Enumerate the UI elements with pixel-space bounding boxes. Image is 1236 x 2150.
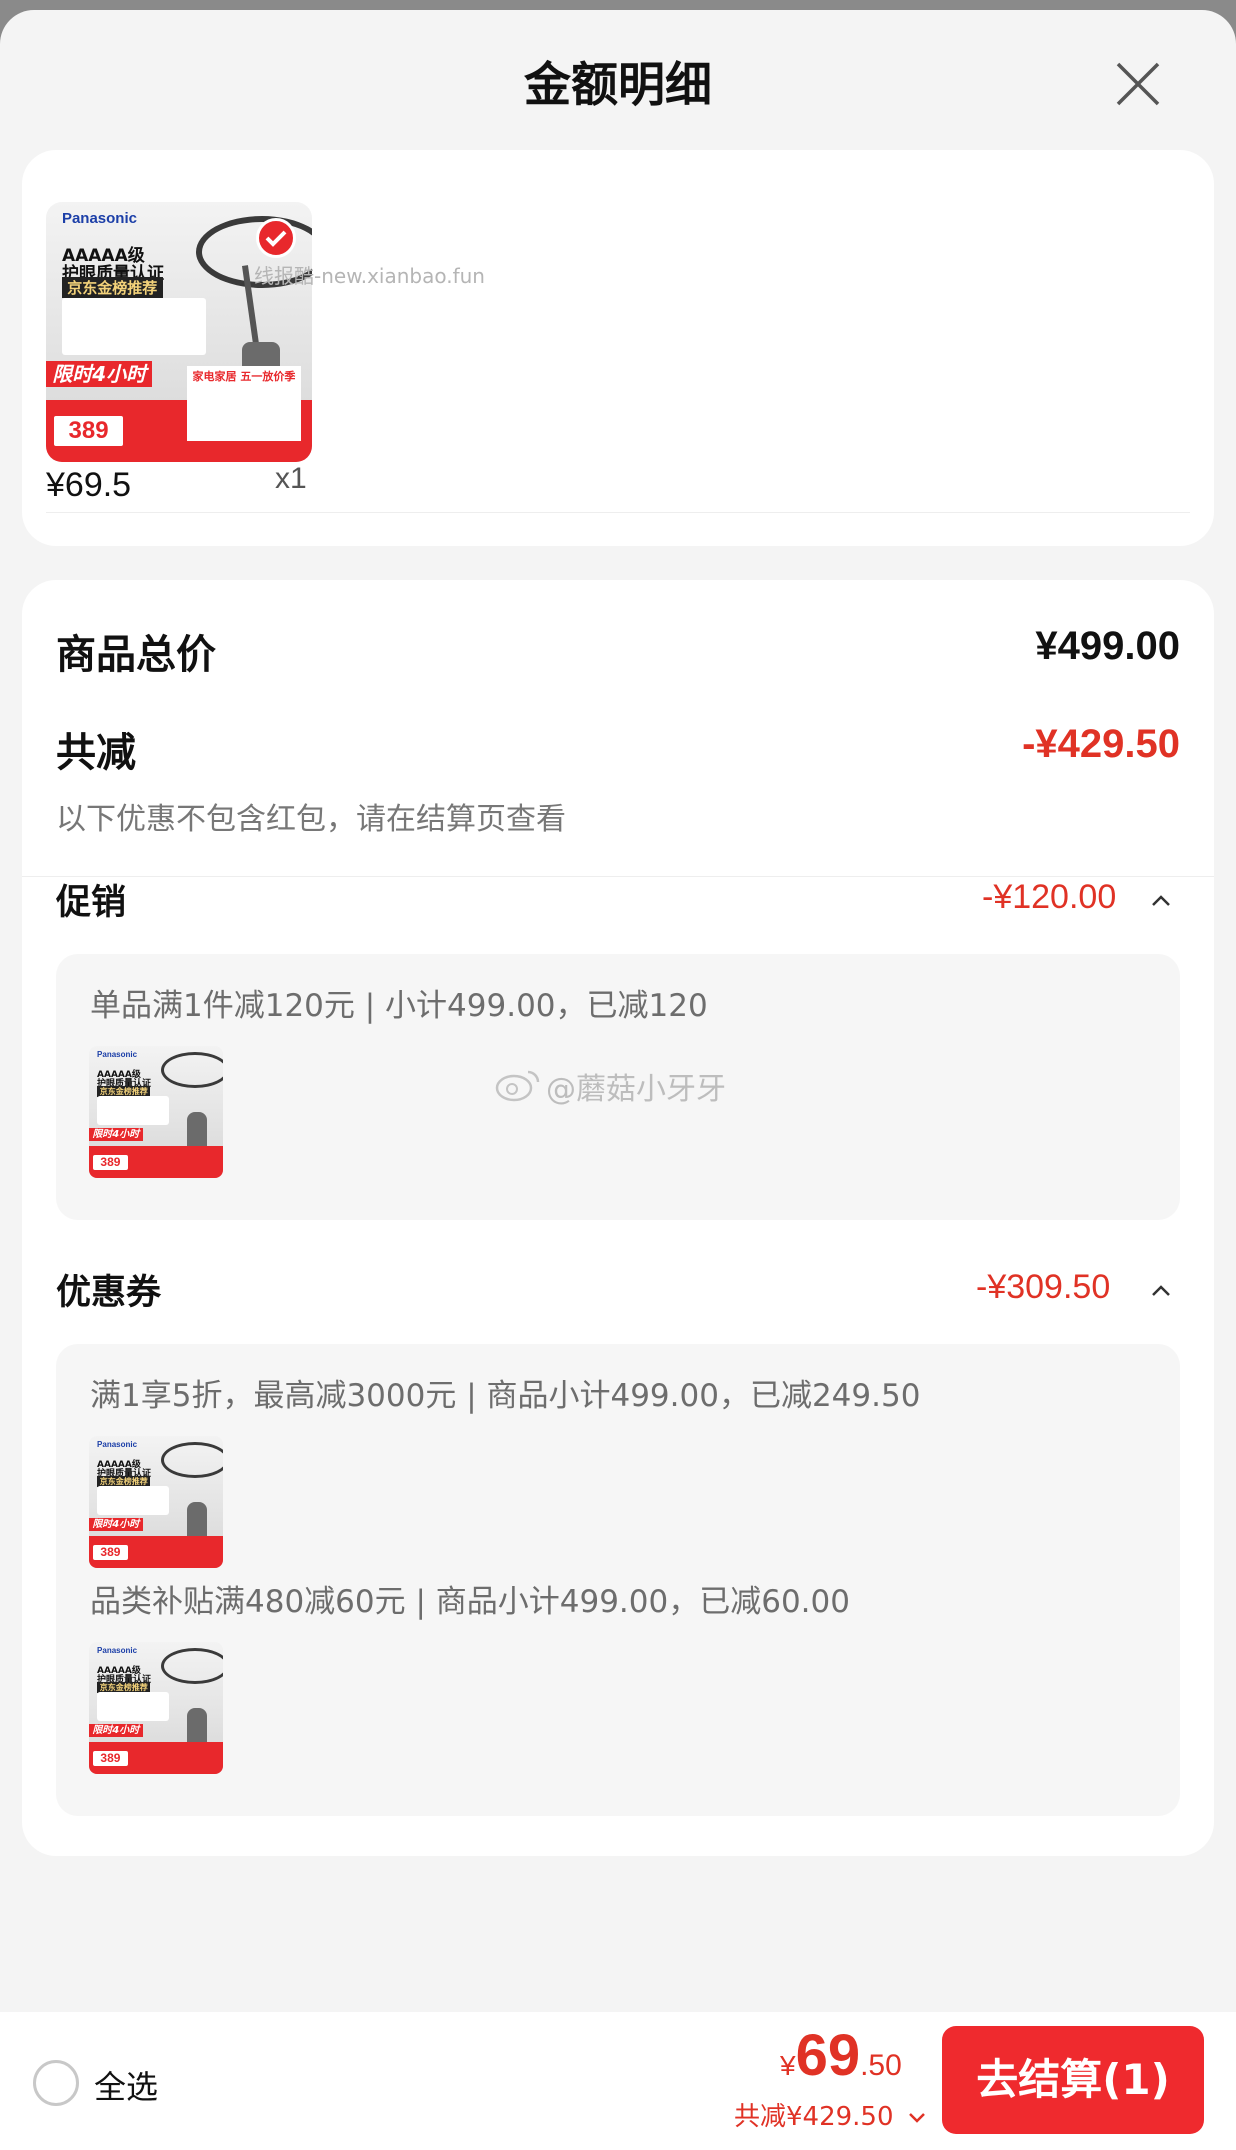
lamp-head	[161, 1442, 223, 1478]
promotion-detail-text: 单品满1件减120元 | 小计499.00，已减120	[90, 988, 708, 1024]
weibo-watermark: @蘑菇小牙牙	[546, 1072, 726, 1107]
saved-amount[interactable]: 共减¥429.50	[734, 2096, 926, 2133]
thumb-brand: Panasonic	[97, 1439, 138, 1449]
sheet-title: 金额明细	[524, 58, 712, 113]
thumb-brand: Panasonic	[61, 209, 137, 227]
price-integer: 69	[795, 2023, 861, 2088]
coupon-label: 优惠券	[56, 1273, 162, 1313]
promotion-product-thumb: Panasonic AAAAA级 护眼质量认证 京东金榜推荐 限时4小时 389	[89, 1046, 223, 1178]
watermark-text: 线报酷-new.xianbao.fun	[254, 264, 485, 288]
product-image[interactable]: Panasonic AAAAA级 护眼质量认证 京东金榜推荐 限时4小时 389…	[46, 202, 312, 462]
thumb-price: 389	[53, 416, 124, 447]
divider	[22, 876, 1214, 877]
thumb-feature-panel	[97, 1096, 170, 1126]
total-reduce-label: 共减	[56, 730, 136, 776]
lamp-base	[187, 1708, 207, 1746]
divider	[46, 512, 1190, 513]
chevron-up-icon[interactable]	[1150, 890, 1172, 912]
thumb-price: 389	[93, 1155, 128, 1171]
quantity: x1	[275, 462, 307, 495]
thumb-price: 389	[93, 1545, 128, 1561]
thumb-band-text: 家电家居 五一放价季	[186, 365, 302, 442]
select-all-radio[interactable]	[33, 2060, 79, 2106]
promotion-value: -¥120.00	[982, 878, 1117, 916]
coupon-value: -¥309.50	[976, 1268, 1111, 1306]
weibo-icon	[495, 1070, 540, 1102]
thumb-feature-panel	[61, 298, 206, 356]
coupon-detail-box: 满1享5折，最高减3000元 | 商品小计499.00，已减249.50 Pan…	[56, 1344, 1180, 1816]
price-decimal: .50	[860, 2049, 902, 2082]
total-price-label: 商品总价	[56, 632, 216, 678]
unit-price: ¥69.5	[46, 466, 132, 504]
amount-detail-sheet: 金额明细 Panasonic AAAAA级 护眼质量认证 京东金榜推荐 限时4小…	[0, 10, 1236, 2150]
total-reduce-value: -¥429.50	[1022, 722, 1180, 766]
coupon-product-thumb: Panasonic AAAAA级 护眼质量认证 京东金榜推荐 限时4小时 389	[89, 1436, 223, 1568]
chevron-up-icon[interactable]	[1150, 1280, 1172, 1302]
thumb-recommend: 京东金榜推荐	[97, 1475, 151, 1487]
thumb-feature-panel	[97, 1486, 170, 1516]
coupon-detail-text: 品类补贴满480减60元 | 商品小计499.00，已减60.00	[90, 1584, 850, 1620]
thumb-limit-badge: 限时4小时	[46, 360, 153, 387]
chevron-down-icon	[908, 2113, 925, 2123]
coupon-product-thumb: Panasonic AAAAA级 护眼质量认证 京东金榜推荐 限时4小时 389	[89, 1642, 223, 1774]
thumb-limit-badge: 限时4小时	[89, 1127, 143, 1142]
thumb-limit-badge: 限时4小时	[89, 1517, 143, 1532]
lamp-head	[161, 1052, 223, 1088]
thumb-recommend: 京东金榜推荐	[97, 1085, 151, 1097]
total-payable: ¥69.50	[780, 2022, 902, 2089]
promotion-label: 促销	[56, 883, 127, 923]
thumb-brand: Panasonic	[97, 1049, 138, 1059]
sheet-header: 金额明细	[0, 10, 1236, 150]
thumb-brand: Panasonic	[97, 1645, 138, 1655]
discount-note: 以下优惠不包含红包，请在结算页查看	[56, 802, 566, 837]
selected-check-icon[interactable]	[256, 217, 297, 258]
lamp-base	[187, 1502, 207, 1540]
checkout-button[interactable]: 去结算(1)	[942, 2026, 1204, 2134]
thumb-feature-panel	[97, 1692, 170, 1722]
lamp-head	[161, 1648, 223, 1684]
currency-symbol: ¥	[780, 2050, 796, 2081]
thumb-recommend: 京东金榜推荐	[61, 277, 163, 299]
thumb-price: 389	[93, 1751, 128, 1767]
saved-amount-text: 共减¥429.50	[734, 2102, 894, 2132]
thumb-recommend: 京东金榜推荐	[97, 1681, 151, 1693]
coupon-detail-text: 满1享5折，最高减3000元 | 商品小计499.00，已减249.50	[90, 1378, 921, 1414]
thumb-limit-badge: 限时4小时	[89, 1723, 143, 1738]
lamp-base	[187, 1112, 207, 1150]
select-all-label[interactable]: 全选	[94, 2062, 158, 2108]
total-price-value: ¥499.00	[1035, 624, 1180, 668]
close-icon[interactable]	[1112, 58, 1164, 110]
